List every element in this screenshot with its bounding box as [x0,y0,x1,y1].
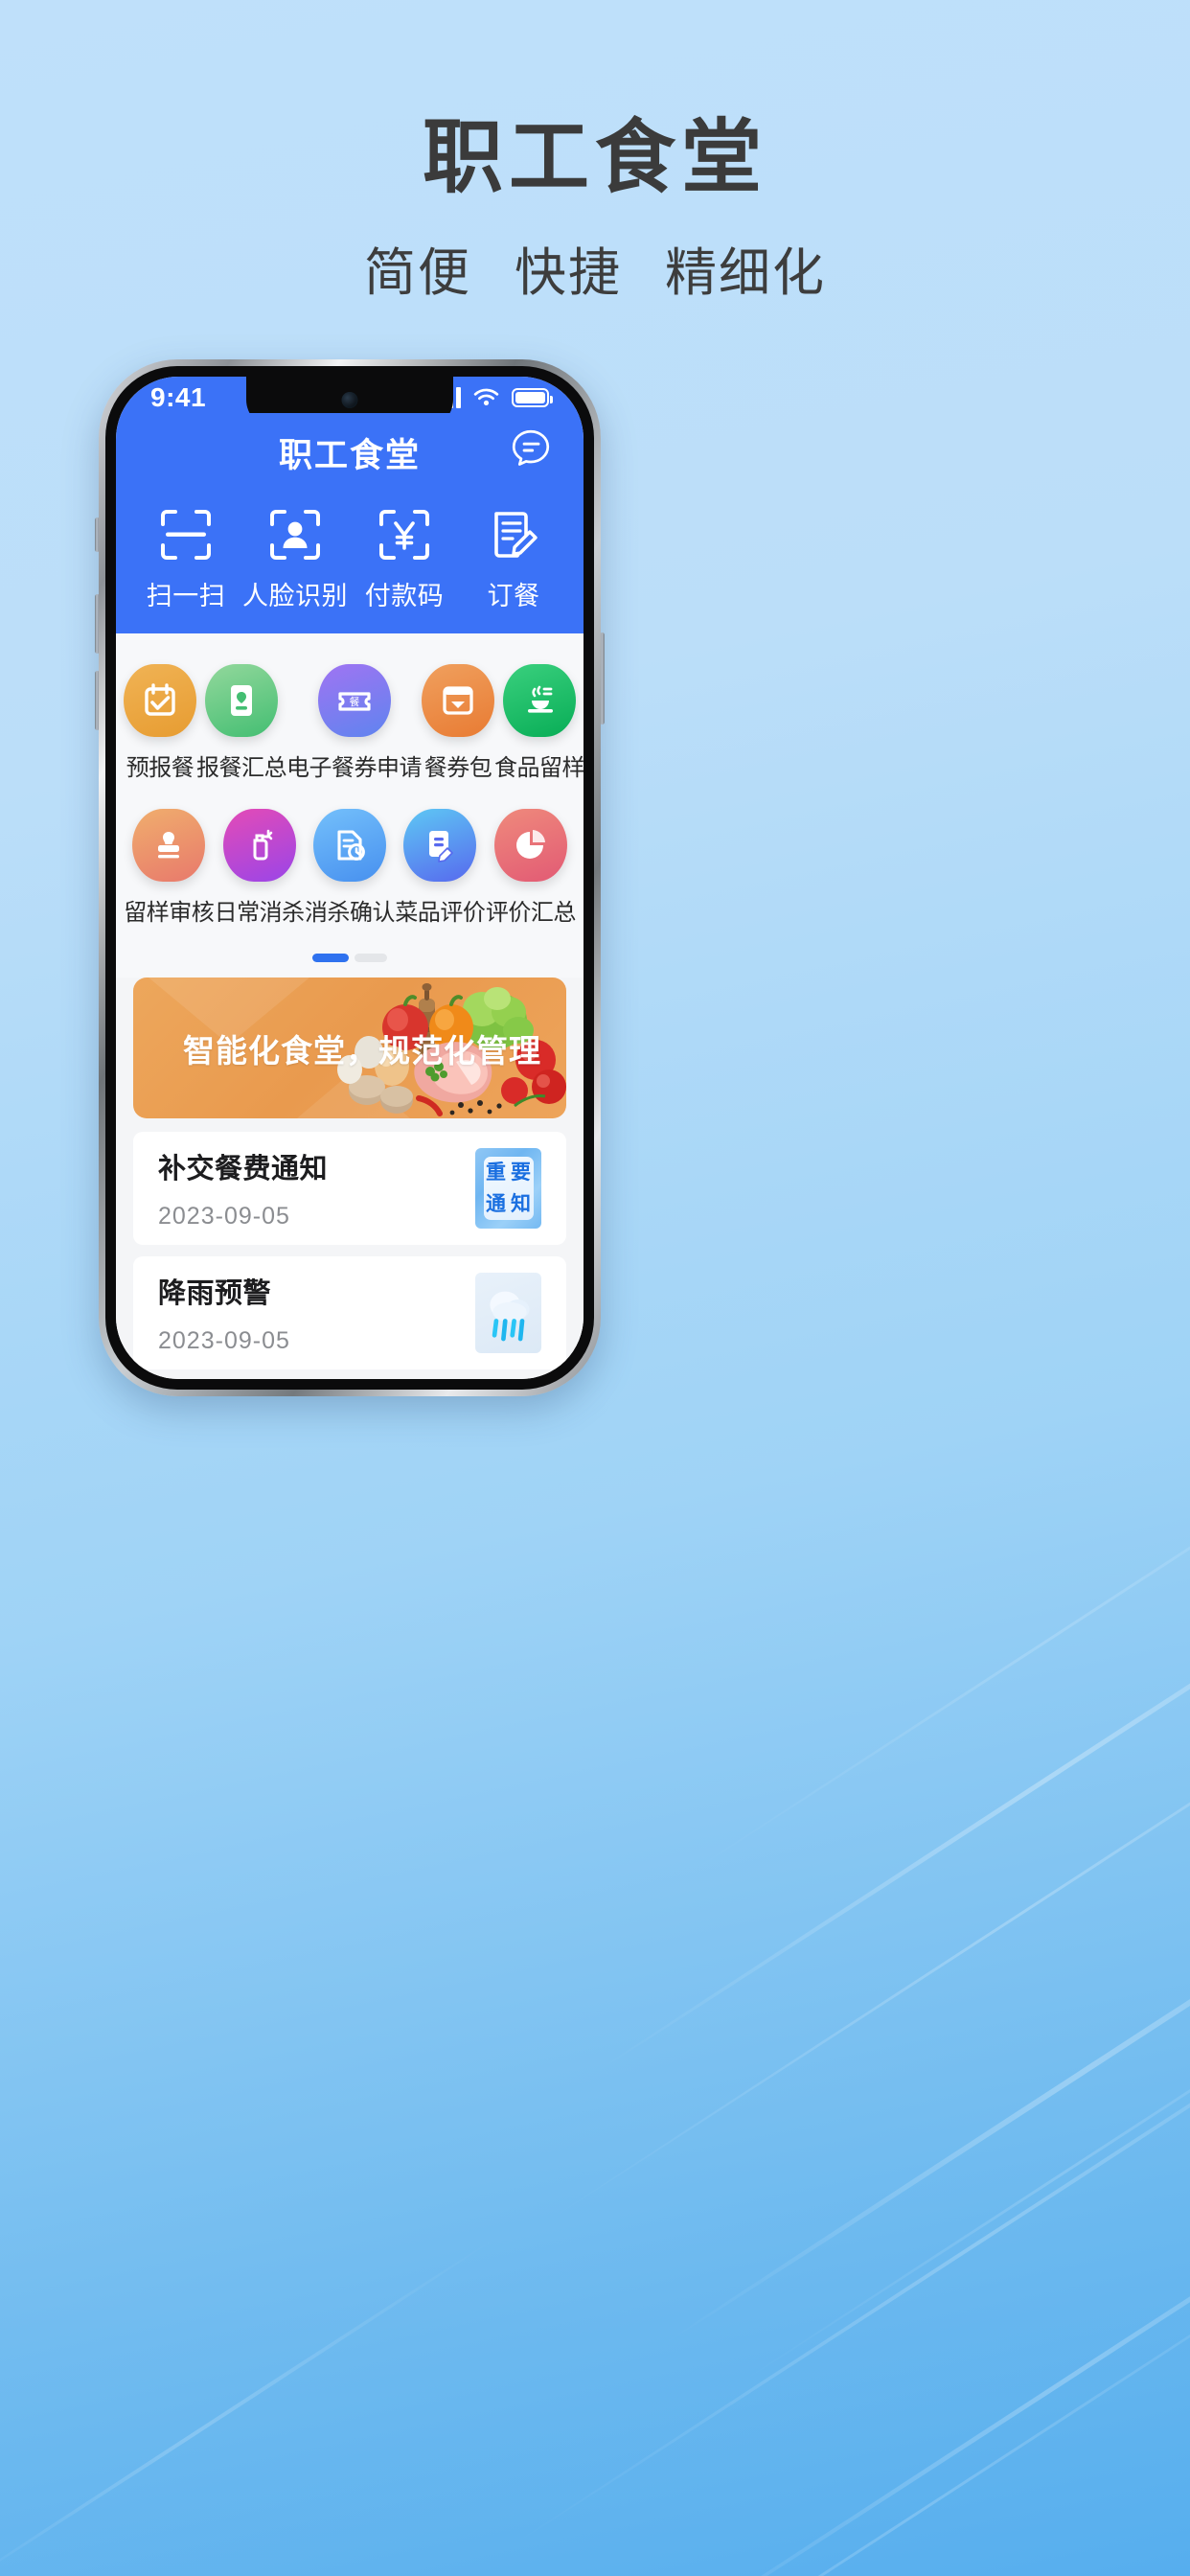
feature-label: 报餐汇总 [196,755,287,781]
battery-icon [512,388,553,407]
promo-banner[interactable]: 智能化食堂，规范化管理 [133,978,566,1118]
subtitle-word-2: 快捷 [515,244,622,302]
wifi-icon [473,388,499,406]
quick-action-scan[interactable]: 扫一扫 [131,506,240,612]
notice-char: 要 [511,1162,531,1184]
report-book-icon [205,664,278,737]
news-text: 补交餐费通知 2023-09-05 [158,1146,328,1230]
feature-item-daily-disinfect[interactable]: 日常消杀 [214,799,306,944]
poster-subtitle: 简便 快捷 精细化 [0,230,1190,306]
quick-action-row: 扫一扫 人脸识别 付款码 订餐 [116,496,584,633]
feature-label: 餐券包 [423,755,492,781]
feature-label: 消杀确认 [305,900,396,926]
news-text: 降雨预警 2023-09-05 [158,1271,290,1355]
pie-chart-icon [493,809,567,882]
quick-action-label: 扫一扫 [146,582,226,610]
scan-frame-icon [157,506,215,564]
banner-section: 智能化食堂，规范化管理 [116,978,584,1132]
notice-char: 重 [486,1162,506,1184]
feature-item-dish-review[interactable]: 菜品评价 [395,799,486,944]
feature-grid: 预报餐 报餐汇总 餐 电子餐券申请 餐券包 食品留样 留样审核 日常消杀 消杀确… [116,633,584,950]
feature-grid-row-2: 留样审核 日常消杀 消杀确认 菜品评价 评价汇总 [124,799,576,944]
face-recognition-icon [266,506,324,564]
rain-cloud-thumb [475,1273,541,1353]
quick-action-label: 付款码 [364,582,445,610]
pagination-dot-active[interactable] [312,954,349,962]
news-date: 2023-09-05 [158,1327,290,1354]
quick-action-payment[interactable]: 付款码 [350,506,459,612]
feature-item-ticket-wallet[interactable]: 餐券包 [422,655,494,799]
feature-item-ticket-apply[interactable]: 餐 电子餐券申请 [286,655,423,799]
pagination-dot[interactable] [355,954,387,962]
phone-bezel: 9:41 职工食堂 扫一扫 人脸识别 付款码 订餐 预报餐 报餐汇总 餐 电子餐… [105,366,594,1390]
food-sample-icon [503,664,576,737]
order-meal-icon [485,506,542,564]
subtitle-word-3: 精细化 [665,244,827,302]
feature-label: 日常消杀 [214,900,306,926]
news-title: 补交餐费通知 [158,1154,329,1184]
calendar-check-icon [124,664,196,737]
status-time: 9:41 [150,382,207,412]
feature-label: 留样审核 [124,900,215,926]
feature-label: 菜品评价 [395,900,486,926]
review-edit-icon [403,809,477,882]
feature-item-sample-review[interactable]: 留样审核 [124,799,215,944]
quick-action-face[interactable]: 人脸识别 [240,506,350,612]
svg-text:餐: 餐 [349,695,359,708]
quick-action-order[interactable]: 订餐 [459,506,568,612]
notice-char: 通 [486,1193,506,1215]
quick-action-label: 人脸识别 [242,582,348,610]
banner-text: 智能化食堂，规范化管理 [183,1032,541,1069]
document-clock-icon [313,809,387,882]
status-bar: 9:41 [116,377,584,428]
news-date: 2023-09-05 [158,1203,290,1230]
news-title: 降雨预警 [158,1278,272,1309]
quick-action-label: 订餐 [487,582,540,610]
stamp-approve-icon [132,809,206,882]
feature-label: 预报餐 [126,755,195,781]
message-bubble-icon[interactable] [509,426,553,471]
spray-bottle-icon [222,809,296,882]
front-camera-icon [341,392,358,408]
feature-label: 评价汇总 [485,900,577,926]
news-list-item[interactable]: 补交餐费通知 2023-09-05 重 要 通 知 [133,1132,566,1245]
payment-code-icon [376,506,433,564]
news-list-item[interactable]: 降雨预警 2023-09-05 [133,1256,566,1369]
subtitle-word-1: 简便 [363,244,471,302]
feature-item-disinfect-confirm[interactable]: 消杀确认 [305,799,396,944]
feature-item-review-summary[interactable]: 评价汇总 [486,799,576,944]
app-header: 职工食堂 扫一扫 人脸识别 付款码 订餐 [116,413,584,633]
phone-screen: 9:41 职工食堂 扫一扫 人脸识别 付款码 订餐 预报餐 报餐汇总 餐 电子餐… [116,377,584,1379]
grid-pagination[interactable] [116,950,584,978]
feature-item-report-summary[interactable]: 报餐汇总 [196,655,287,799]
poster-title: 职工食堂 [422,112,767,202]
feature-label: 食品留样 [494,755,584,781]
notice-char: 知 [511,1193,531,1215]
feature-label: 电子餐券申请 [286,755,423,781]
phone-device-frame: 9:41 职工食堂 扫一扫 人脸识别 付款码 订餐 预报餐 报餐汇总 餐 电子餐… [99,359,601,1396]
feature-item-food-sample[interactable]: 食品留样 [494,655,584,799]
news-list: 补交餐费通知 2023-09-05 重 要 通 知 降雨预警 2023-09-0… [116,1132,584,1379]
meal-ticket-icon: 餐 [317,664,391,737]
feature-item-pre-order[interactable]: 预报餐 [124,655,196,799]
ticket-wallet-icon [422,664,494,737]
important-notice-thumb: 重 要 通 知 [475,1148,541,1229]
feature-grid-row-1: 预报餐 报餐汇总 餐 电子餐券申请 餐券包 食品留样 [124,655,584,799]
